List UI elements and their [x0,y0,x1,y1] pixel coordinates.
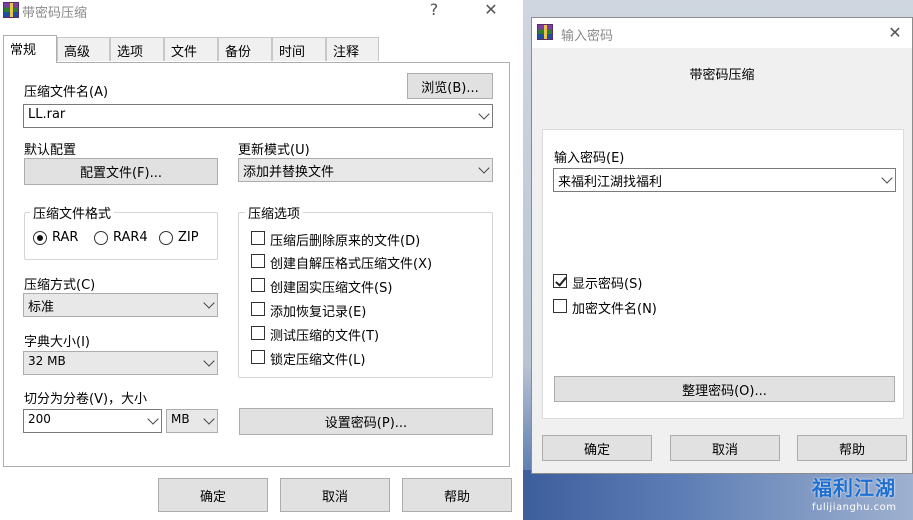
set-password-button[interactable]: 设置密码(P)... [239,408,493,435]
close-icon[interactable]: ✕ [481,0,501,19]
option-delete-after-checkbox[interactable] [251,231,265,245]
radio-zip[interactable] [159,231,173,245]
split-unit-value: MB [171,412,190,426]
password-cancel-button[interactable]: 取消 [670,435,780,461]
radio-rar-label: RAR [52,230,79,245]
update-mode-value: 添加并替换文件 [243,165,335,180]
tab-comment[interactable]: 注释 [326,37,379,61]
option-solid-checkbox[interactable] [251,278,265,292]
dict-size-value: 32 MB [28,354,66,368]
option-sfx-label: 创建自解压格式压缩文件(X) [270,257,433,272]
show-password-label: 显示密码(S) [572,277,643,292]
tab-options[interactable]: 选项 [110,37,164,61]
chevron-down-icon [203,355,215,367]
option-delete-after-label: 压缩后删除原来的文件(D) [270,234,421,249]
option-solid-label: 创建固实压缩文件(S) [270,281,393,296]
encrypt-filenames-label: 加密文件名(N) [572,302,657,317]
archive-name-input[interactable]: LL.rar [23,104,493,128]
chevron-down-icon [203,297,215,309]
option-test-checkbox[interactable] [251,326,265,340]
radio-rar4[interactable] [94,231,108,245]
update-mode-label: 更新模式(U) [238,143,310,158]
tab-files[interactable]: 文件 [164,37,218,61]
password-label: 输入密码(E) [554,151,625,166]
option-recovery-checkbox[interactable] [251,302,265,316]
chevron-down-icon [478,162,490,174]
dict-size-select[interactable]: 32 MB [23,351,218,375]
method-value: 标准 [28,300,55,315]
radio-zip-label: ZIP [178,230,199,245]
split-volume-input[interactable]: 200 [23,409,162,433]
option-recovery-label: 添加恢复记录(E) [270,305,367,320]
radio-rar[interactable] [33,231,47,245]
split-volume-label: 切分为分卷(V)，大小 [24,392,148,407]
dict-size-label: 字典大小(I) [24,335,90,350]
archive-name-value: LL.rar [28,107,66,122]
password-dialog: 输入密码 ✕ 带密码压缩 输入密码(E) 来福利江湖找福利 显示密码(S) 加密… [531,17,913,474]
password-dialog-title: 输入密码 [561,29,614,44]
ok-button[interactable]: 确定 [158,478,268,512]
window-title: 带密码压缩 [22,6,88,21]
option-lock-label: 锁定压缩文件(L) [270,353,366,368]
encrypt-filenames-checkbox[interactable] [553,299,567,313]
archive-name-label: 压缩文件名(A) [24,85,109,100]
help-button[interactable]: 帮助 [402,478,512,512]
winrar-icon [537,24,553,40]
archive-dialog: 带密码压缩 ? ✕ 常规 高级 选项 文件 备份 时间 注释 压缩文件名(A) … [0,0,523,520]
help-icon[interactable]: ? [424,0,444,19]
tab-backup[interactable]: 备份 [218,37,272,61]
chevron-down-icon [881,172,893,184]
chevron-down-icon [203,413,215,425]
archive-dialog-titlebar[interactable]: 带密码压缩 ? ✕ [0,0,523,22]
option-test-label: 测试压缩的文件(T) [270,329,380,344]
default-profile-label: 默认配置 [24,143,77,158]
watermark-text: 福利江湖 [812,476,896,500]
password-input[interactable]: 来福利江湖找福利 [553,168,896,192]
format-group-title: 压缩文件格式 [30,203,115,222]
option-lock-checkbox[interactable] [251,350,265,364]
password-dialog-subtitle: 带密码压缩 [689,68,755,83]
password-value: 来福利江湖找福利 [558,175,663,190]
chevron-down-icon [147,413,159,425]
split-volume-value: 200 [28,412,51,426]
close-icon[interactable]: ✕ [885,23,905,42]
browse-button[interactable]: 浏览(B)... [407,73,493,99]
password-help-button[interactable]: 帮助 [797,435,907,461]
profiles-button[interactable]: 配置文件(F)... [24,158,218,185]
watermark-url: fulijianghu.com [812,502,897,513]
options-group-title: 压缩选项 [245,203,304,222]
update-mode-select[interactable]: 添加并替换文件 [238,158,493,182]
option-sfx-checkbox[interactable] [251,254,265,268]
tab-advanced[interactable]: 高级 [57,37,110,61]
password-dialog-titlebar[interactable]: 输入密码 ✕ [532,18,912,48]
method-label: 压缩方式(C) [24,278,96,293]
password-ok-button[interactable]: 确定 [542,435,652,461]
method-select[interactable]: 标准 [23,293,218,317]
winrar-icon [3,2,19,18]
organize-passwords-button[interactable]: 整理密码(O)... [554,376,895,402]
show-password-checkbox[interactable] [553,274,567,288]
tab-general[interactable]: 常规 [3,35,57,63]
radio-rar4-label: RAR4 [113,230,148,245]
chevron-down-icon [478,108,490,120]
cancel-button[interactable]: 取消 [280,478,390,512]
tab-time[interactable]: 时间 [272,37,326,61]
split-unit-select[interactable]: MB [166,409,218,433]
watermark-logo: 福利江湖 fulijianghu.com [812,472,912,518]
